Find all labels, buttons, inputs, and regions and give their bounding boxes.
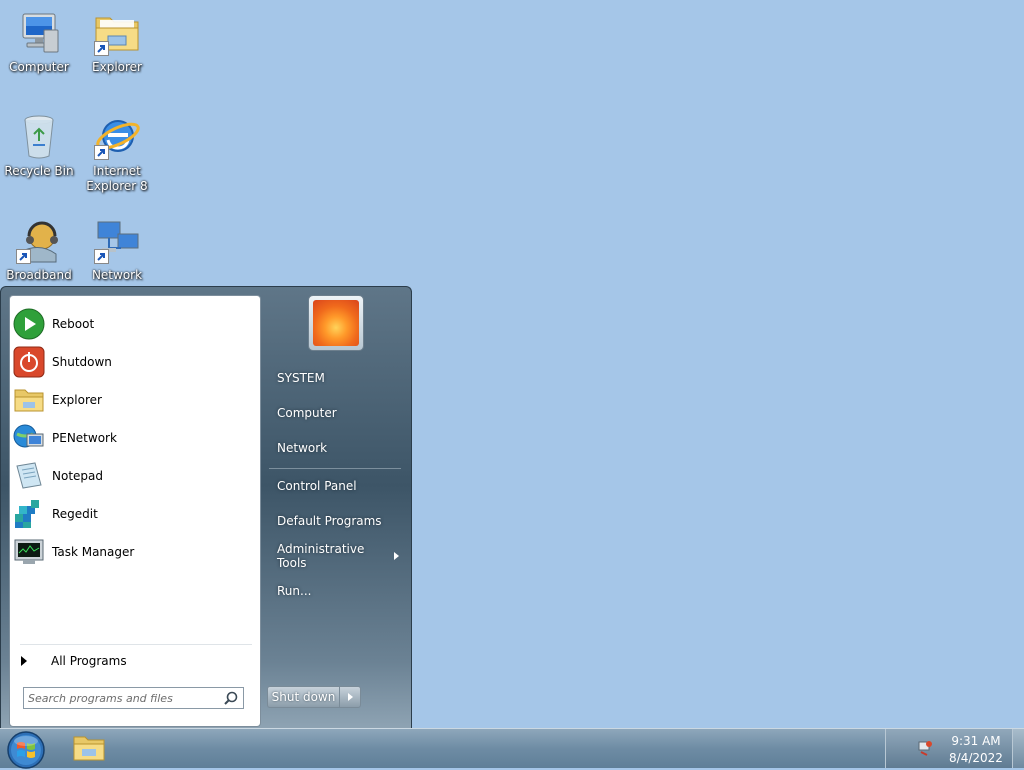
system-tray: 9:31 AM 8/4/2022: [885, 729, 1024, 768]
start-menu-link-run[interactable]: Run...: [269, 577, 405, 605]
start-menu-item-regedit[interactable]: Regedit: [13, 496, 257, 532]
desktop-icon-recycle-bin[interactable]: Recycle Bin: [2, 112, 76, 179]
start-menu-item-label: Reboot: [52, 317, 95, 331]
start-menu-link-system[interactable]: SYSTEM: [269, 364, 405, 392]
shutdown-button[interactable]: Shut down: [267, 686, 339, 708]
desktop-icon-label: Internet Explorer 8: [86, 164, 148, 193]
shortcut-arrow-icon: [16, 249, 31, 264]
desktop-icon-label: Explorer: [92, 60, 142, 74]
flower-picture: [313, 300, 359, 346]
start-menu-item-notepad[interactable]: Notepad: [13, 458, 257, 494]
start-menu-item-label: Shutdown: [52, 355, 112, 369]
divider: [20, 644, 252, 645]
start-menu-item-reboot[interactable]: Reboot: [13, 306, 257, 342]
start-menu-item-shutdown[interactable]: Shutdown: [13, 344, 257, 380]
desktop-icon-label: Broadband: [6, 268, 72, 282]
folder-icon: [13, 384, 45, 416]
desktop-icon-internet-explorer[interactable]: Internet Explorer 8: [80, 112, 154, 194]
clock-date[interactable]: 8/4/2022: [946, 751, 1006, 765]
start-menu: Reboot Shutdown Explorer PENetwork Notep: [0, 286, 412, 728]
shortcut-arrow-icon: [94, 145, 109, 160]
clock-time[interactable]: 9:31 AM: [946, 734, 1006, 748]
reboot-icon: [13, 308, 45, 340]
right-item-label: Administrative Tools: [277, 542, 365, 570]
search-input[interactable]: [28, 689, 223, 707]
start-menu-link-network[interactable]: Network: [269, 434, 405, 462]
desktop-icon-explorer[interactable]: Explorer: [80, 8, 154, 75]
start-menu-item-penetwork[interactable]: PENetwork: [13, 420, 257, 456]
desktop-icon-computer[interactable]: Computer: [2, 8, 76, 75]
notepad-icon: [13, 460, 45, 492]
start-menu-item-task-manager[interactable]: Task Manager: [13, 534, 257, 570]
broadband-connection-icon: [14, 216, 64, 266]
start-button[interactable]: [6, 730, 46, 770]
start-menu-item-label: Task Manager: [52, 545, 135, 559]
user-avatar[interactable]: [308, 295, 364, 351]
start-menu-item-label: PENetwork: [52, 431, 117, 445]
right-item-label: Default Programs: [277, 514, 382, 528]
show-desktop-button[interactable]: [1012, 729, 1024, 768]
divider: [269, 468, 401, 469]
desktop-icon-network[interactable]: Network: [80, 216, 154, 283]
search-icon[interactable]: [223, 690, 239, 706]
desktop-icon-label: Network: [91, 268, 143, 282]
start-menu-item-label: Explorer: [52, 393, 102, 407]
shutdown-options-button[interactable]: [339, 686, 361, 708]
network-status-icon[interactable]: [916, 739, 934, 757]
shutdown-button-label: Shut down: [271, 690, 336, 704]
all-programs-label: All Programs: [51, 654, 127, 668]
start-menu-item-explorer[interactable]: Explorer: [13, 382, 257, 418]
shortcut-arrow-icon: [94, 249, 109, 264]
power-icon: [13, 346, 45, 378]
right-item-label: Control Panel: [277, 479, 357, 493]
submenu-arrow-icon: [394, 552, 399, 560]
shortcut-arrow-icon: [94, 41, 109, 56]
pe-network-icon: [13, 422, 45, 454]
start-menu-item-label: Notepad: [52, 469, 103, 483]
task-manager-icon: [13, 536, 45, 568]
chevron-right-icon: [347, 693, 353, 701]
chevron-right-icon: [21, 656, 27, 666]
start-menu-link-computer[interactable]: Computer: [269, 399, 405, 427]
right-item-label: Network: [277, 441, 328, 455]
start-menu-link-default-programs[interactable]: Default Programs: [269, 507, 405, 535]
folder-icon: [92, 8, 142, 58]
windows-orb-icon: [7, 731, 45, 769]
start-menu-link-control-panel[interactable]: Control Panel: [269, 472, 405, 500]
internet-explorer-icon: [92, 112, 142, 162]
desktop-icon-label: Recycle Bin: [4, 164, 74, 178]
desktop-icon-label: Computer: [9, 60, 69, 74]
all-programs-button[interactable]: All Programs: [20, 650, 252, 672]
start-menu-item-label: Regedit: [52, 507, 98, 521]
taskbar: 9:31 AM 8/4/2022: [0, 728, 1024, 770]
taskbar-explorer-button[interactable]: [70, 732, 108, 766]
recycle-bin-icon: [14, 112, 64, 162]
desktop-icon-broadband[interactable]: Broadband: [2, 216, 76, 283]
folder-icon: [73, 736, 105, 761]
regedit-icon: [13, 498, 45, 530]
start-menu-link-administrative-tools[interactable]: Administrative Tools: [269, 542, 405, 570]
search-box: [23, 687, 244, 709]
right-item-label: Run...: [277, 584, 312, 598]
network-icon: [92, 216, 142, 266]
right-item-label: SYSTEM: [277, 371, 325, 385]
computer-icon: [14, 8, 64, 58]
start-menu-programs-pane: Reboot Shutdown Explorer PENetwork Notep: [9, 295, 261, 727]
right-item-label: Computer: [277, 406, 337, 420]
